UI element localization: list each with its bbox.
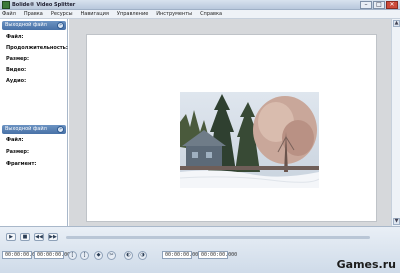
output-fragment-label: Фрагмент:	[6, 161, 37, 167]
seek-bar[interactable]	[66, 236, 370, 239]
output-file-label: Файл:	[6, 137, 24, 143]
input-size-label: Размер:	[6, 56, 30, 62]
vertical-scrollbar[interactable]: ▲ ▼	[391, 19, 400, 226]
title-bar: Bolide® Video Splitter – □ ✕	[0, 0, 400, 10]
file-info-panel: Выходной файл » Файл: Продолжительность:…	[0, 19, 68, 226]
option-button-2[interactable]: ◑	[138, 251, 147, 260]
input-file-label: Файл:	[6, 34, 24, 40]
input-video-label: Видео:	[6, 67, 27, 73]
next-button[interactable]: ▶▶	[48, 233, 58, 241]
collapse-icon[interactable]: »	[57, 22, 64, 29]
output-size-label: Размер:	[6, 149, 30, 155]
winter-scene-image	[180, 92, 319, 188]
time-a-field[interactable]: 00:00:00.000	[162, 251, 201, 259]
menu-control[interactable]: Управление	[117, 10, 148, 18]
play-button[interactable]: ▶	[6, 233, 16, 241]
stop-button[interactable]: ■	[20, 233, 30, 241]
menu-help[interactable]: Справка	[200, 10, 222, 18]
close-button[interactable]: ✕	[386, 1, 398, 9]
previous-button[interactable]: ◀◀	[34, 233, 44, 241]
time-start-field[interactable]: 00:00:00.000	[2, 251, 41, 259]
window-title: Bolide® Video Splitter	[12, 2, 76, 8]
preview-workspace	[69, 19, 392, 236]
scroll-up-button[interactable]: ▲	[393, 20, 400, 27]
mark-out-button[interactable]: ]	[80, 251, 89, 260]
window-controls: – □ ✕	[360, 1, 398, 9]
maximize-button[interactable]: □	[373, 1, 385, 9]
menu-tools[interactable]: Инструменты	[156, 10, 192, 18]
keyframe-button[interactable]: ◆	[94, 251, 103, 260]
collapse-icon[interactable]: »	[57, 126, 64, 133]
input-duration-label: Продолжительность:	[6, 45, 68, 51]
menu-navigation[interactable]: Навигация	[81, 10, 109, 18]
menu-resources[interactable]: Ресурсы	[51, 10, 73, 18]
option-button-1[interactable]: ◐	[124, 251, 133, 260]
mark-in-button[interactable]: [	[68, 251, 77, 260]
output-file-header-label: Выходной файл	[5, 126, 47, 132]
video-preview-frame[interactable]	[180, 92, 319, 188]
output-file-header[interactable]: Выходной файл »	[2, 125, 66, 134]
menu-file[interactable]: Файл	[2, 10, 16, 18]
site-watermark: Games.ru	[336, 258, 396, 271]
input-audio-label: Аудио:	[6, 78, 27, 84]
preview-canvas	[86, 34, 392, 236]
app-icon	[2, 1, 10, 9]
minimize-button[interactable]: –	[360, 1, 372, 9]
menu-bar: Файл Правка Ресурсы Навигация Управление…	[0, 10, 400, 19]
time-end-field[interactable]: 00:00:00.000	[34, 251, 73, 259]
playback-control-bar: ▶ ■ ◀◀ ▶▶ 00:00:00.000 00:00:00.000 [ ] …	[0, 226, 400, 273]
menu-edit[interactable]: Правка	[24, 10, 43, 18]
input-file-header[interactable]: Выходной файл »	[2, 21, 66, 30]
time-b-field[interactable]: 00:00:00.000	[198, 251, 237, 259]
input-file-header-label: Выходной файл	[5, 22, 47, 28]
scroll-down-button[interactable]: ▼	[393, 218, 400, 225]
split-button[interactable]: ✂	[107, 251, 116, 260]
